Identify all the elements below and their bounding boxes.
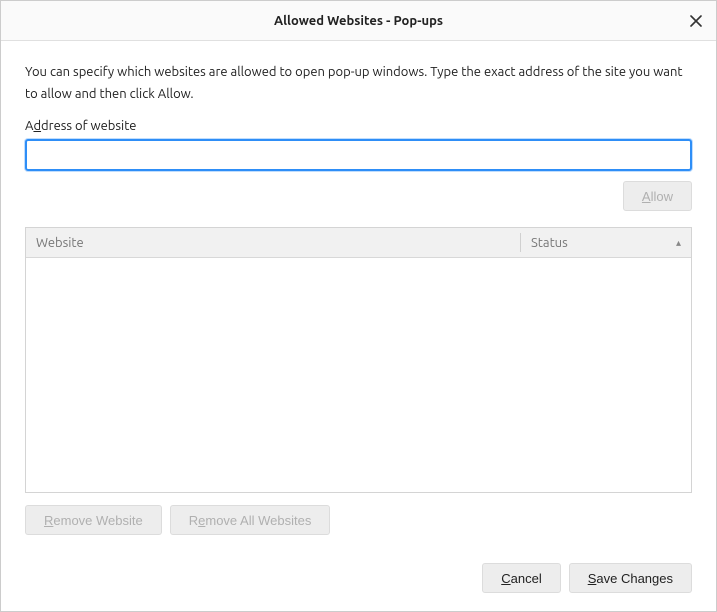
table-actions: Remove Website Remove All Websites [25,505,692,535]
description-text: You can specify which websites are allow… [25,61,692,105]
cancel-button[interactable]: Cancel [482,563,560,593]
address-label: Address of website [25,119,692,133]
column-website[interactable]: Website [26,228,520,257]
save-changes-button[interactable]: Save Changes [569,563,692,593]
address-input[interactable] [25,139,692,171]
column-status[interactable]: Status ▴ [521,228,691,257]
exceptions-table: Website Status ▴ [25,227,692,493]
dialog-content: You can specify which websites are allow… [1,41,716,611]
close-icon [690,15,702,27]
window-title: Allowed Websites - Pop-ups [274,14,443,28]
allow-button[interactable]: Allow [623,181,692,211]
dialog-footer: Cancel Save Changes [25,563,692,593]
popup-exceptions-dialog: Allowed Websites - Pop-ups You can speci… [0,0,717,612]
remove-all-websites-button[interactable]: Remove All Websites [170,505,331,535]
allow-row: Allow [25,181,692,211]
sort-asc-icon: ▴ [676,237,681,249]
close-button[interactable] [684,9,708,33]
table-header: Website Status ▴ [26,228,691,258]
table-body [26,258,691,492]
remove-website-button[interactable]: Remove Website [25,505,162,535]
titlebar: Allowed Websites - Pop-ups [1,1,716,41]
